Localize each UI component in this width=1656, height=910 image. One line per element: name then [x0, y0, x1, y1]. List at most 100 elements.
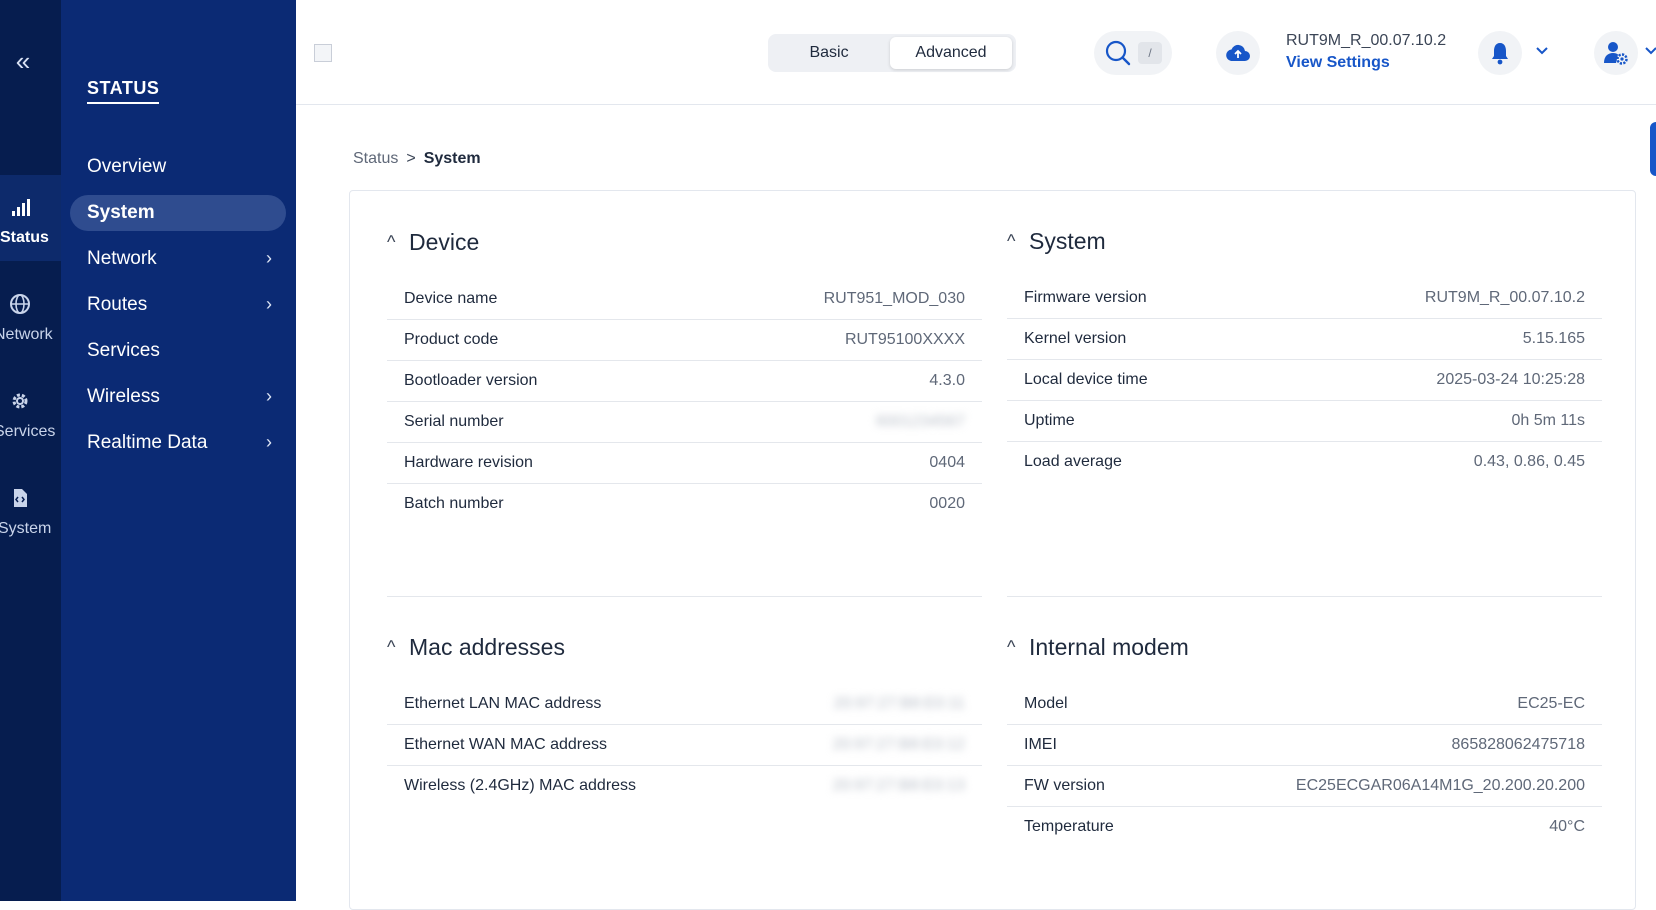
mac-addresses-panel-header[interactable]: ^ Mac addresses [387, 634, 565, 664]
basic-mode-button[interactable]: Basic [772, 37, 886, 69]
row-value: 0.43, 0.86, 0.45 [1473, 453, 1585, 470]
row-label: Firmware version [1024, 289, 1147, 306]
logo-image [314, 44, 332, 62]
row-value: 865828062475718 [1451, 736, 1585, 753]
chevron-right-icon: › [266, 294, 272, 314]
row-label: Ethernet LAN MAC address [404, 695, 602, 712]
notifications-button[interactable] [1478, 31, 1522, 75]
panel-title: System [1029, 228, 1106, 254]
table-row: Kernel version 5.15.165 [1007, 319, 1602, 360]
globe-icon [10, 294, 30, 314]
row-label: Batch number [404, 495, 504, 512]
chevron-down-icon[interactable] [1644, 40, 1656, 60]
search-icon [1105, 40, 1131, 66]
row-value: RUT95100XXXX [844, 331, 965, 348]
row-value: 0020 [929, 495, 965, 512]
row-label: FW version [1024, 777, 1105, 794]
row-value: 0h 5m 11s [1511, 412, 1585, 429]
row-value-redacted: 20:97:27:B8:E0:13 [832, 777, 965, 794]
mac-addresses-table: Ethernet LAN MAC address 20:97:27:B8:E0:1… [387, 684, 982, 807]
row-label: IMEI [1024, 736, 1057, 753]
table-row: FW version EC25ECGAR06A14M1G_20.200.20.20… [1007, 766, 1602, 807]
rail-item-services[interactable]: Services [0, 369, 61, 455]
row-label: Bootloader version [404, 372, 538, 389]
table-row: Serial number 6001234567 [387, 402, 982, 443]
search-button[interactable]: / [1094, 31, 1172, 75]
sidebar-item-label: Overview [87, 156, 167, 177]
user-menu-button[interactable] [1594, 31, 1638, 75]
row-value-redacted: 20:97:27:B8:E0:11 [833, 695, 965, 712]
table-row: Ethernet LAN MAC address 20:97:27:B8:E0:1… [387, 684, 982, 725]
sidebar-item-system[interactable]: System [70, 195, 286, 231]
device-panel-header[interactable]: ^ Device [387, 229, 479, 259]
breadcrumb-current: System [423, 150, 481, 167]
chevron-up-icon: ^ [1007, 231, 1016, 251]
rail-item-label: Services [0, 423, 56, 440]
rail-item-network[interactable]: Network [0, 272, 61, 358]
rail-item-system[interactable]: System [0, 466, 61, 552]
chevron-down-icon[interactable] [1532, 40, 1552, 60]
sidebar: STATUS Overview System Network › Routes … [61, 0, 296, 901]
section-divider [387, 596, 982, 597]
sidebar-item-realtime-data[interactable]: Realtime Data › [70, 425, 286, 461]
row-value: EC25ECGAR06A14M1G_20.200.20.200 [1295, 777, 1585, 794]
row-value: 4.3.0 [929, 372, 965, 389]
system-panel-header[interactable]: ^ System [1007, 228, 1106, 258]
table-row: Bootloader version 4.3.0 [387, 361, 982, 402]
top-header: Basic Advanced / RUT9M_R_00.07.10.2 View… [296, 0, 1656, 105]
user-settings-icon [1604, 42, 1628, 65]
row-value: RUT9M_R_00.07.10.2 [1424, 289, 1585, 306]
sidebar-item-network[interactable]: Network › [70, 241, 286, 277]
table-row: Hardware revision 0404 [387, 443, 982, 484]
panel-title: Device [409, 229, 480, 255]
sidebar-item-overview[interactable]: Overview [70, 149, 286, 185]
system-table: Firmware version RUT9M_R_00.07.10.2 Kerne… [1007, 278, 1602, 483]
row-label: Load average [1024, 453, 1122, 470]
row-label: Product code [404, 331, 499, 348]
view-settings-link[interactable]: View Settings [1286, 54, 1390, 72]
table-row: Batch number 0020 [387, 484, 982, 525]
sidebar-section-title: STATUS [87, 78, 160, 104]
chevron-right-icon: › [266, 248, 272, 268]
sidebar-item-label: Realtime Data [87, 432, 208, 453]
row-label: Temperature [1024, 818, 1114, 835]
table-row: Load average 0.43, 0.86, 0.45 [1007, 442, 1602, 483]
rail-item-status[interactable]: Status [0, 175, 61, 261]
table-row: Local device time 2025-03-24 10:25:28 [1007, 360, 1602, 401]
status-card: ^ Device Device name RUT951_MOD_030 Produc… [349, 190, 1636, 910]
sidebar-item-wireless[interactable]: Wireless › [70, 379, 286, 415]
double-chevron-left-icon[interactable]: « [8, 46, 38, 76]
row-label: Hardware revision [404, 454, 533, 471]
mode-toggle: Basic Advanced [768, 34, 1016, 72]
firmware-version-text: RUT9M_R_00.07.10.2 [1286, 32, 1447, 49]
row-label: Uptime [1024, 412, 1075, 429]
chevron-up-icon: ^ [387, 232, 396, 252]
bell-icon [1492, 43, 1508, 65]
chevron-right-icon: › [266, 386, 272, 406]
advanced-mode-button[interactable]: Advanced [890, 37, 1012, 69]
sidebar-item-label: Services [87, 340, 160, 361]
table-row: Product code RUT95100XXXX [387, 320, 982, 361]
internal-modem-panel-header[interactable]: ^ Internal modem [1007, 634, 1189, 664]
row-label: Local device time [1024, 371, 1148, 388]
table-row: Model EC25-EC [1007, 684, 1602, 725]
sidebar-item-routes[interactable]: Routes › [70, 287, 286, 323]
sidebar-item-label: Routes [87, 294, 148, 315]
cloud-upload-button[interactable] [1216, 31, 1260, 75]
signal-bars-icon [12, 199, 30, 216]
rail-item-label: Network [0, 326, 53, 343]
row-value: EC25-EC [1517, 695, 1585, 712]
sidebar-item-label: Wireless [87, 386, 160, 407]
panel-title: Internal modem [1029, 634, 1189, 660]
table-row: Temperature 40°C [1007, 807, 1602, 848]
table-row: IMEI 865828062475718 [1007, 725, 1602, 766]
row-label: Model [1024, 695, 1068, 712]
search-shortcut-key: / [1138, 42, 1162, 64]
sidebar-item-services[interactable]: Services [70, 333, 286, 369]
row-value: 40°C [1549, 818, 1585, 835]
breadcrumb-parent[interactable]: Status [353, 150, 398, 167]
row-value-redacted: 6001234567 [876, 413, 965, 430]
chevron-right-icon: › [266, 432, 272, 452]
side-panel-tab[interactable] [1650, 122, 1656, 176]
table-row: Wireless (2.4GHz) MAC address 20:97:27:B8… [387, 766, 982, 807]
